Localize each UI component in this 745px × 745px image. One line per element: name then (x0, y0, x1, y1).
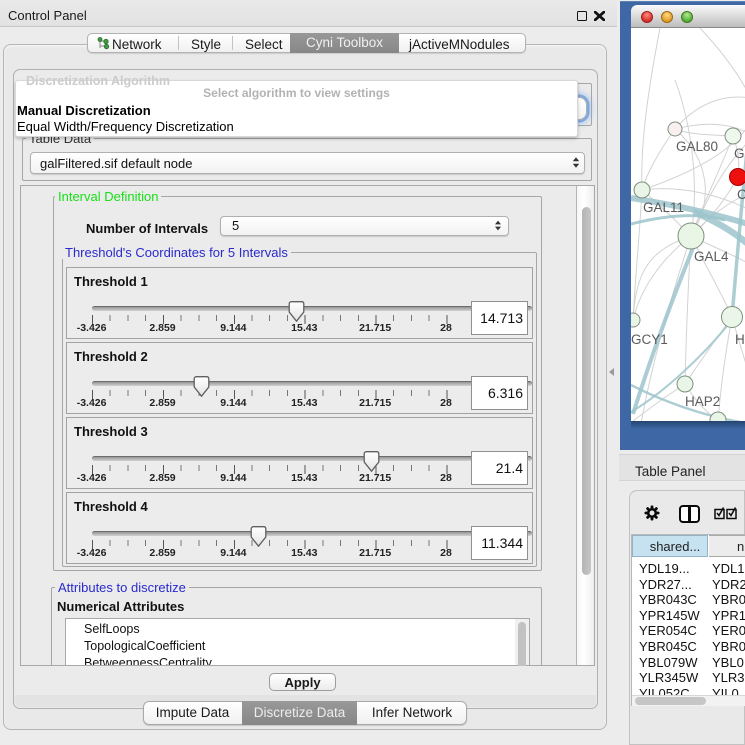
svg-text:G.: G. (734, 146, 745, 161)
svg-text:C: C (737, 187, 745, 202)
svg-text:H: H (735, 332, 745, 347)
svg-text:GAL11: GAL11 (643, 200, 684, 215)
svg-text:GCY1: GCY1 (631, 332, 668, 347)
svg-text:GAL80: GAL80 (676, 139, 718, 154)
svg-text:GAL4: GAL4 (694, 249, 729, 264)
svg-text:HAP2: HAP2 (685, 394, 720, 409)
